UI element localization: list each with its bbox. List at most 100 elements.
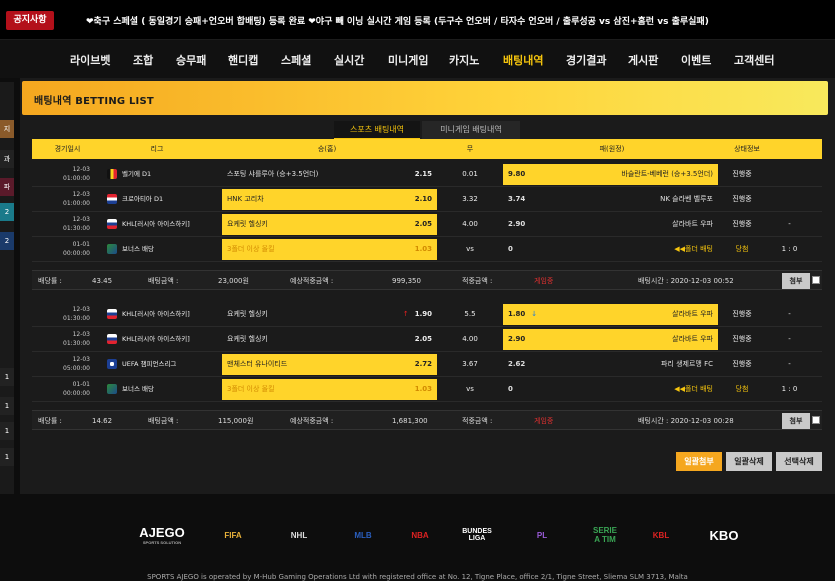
sponsor-name: NBA <box>411 530 429 540</box>
nav-item-2[interactable]: 승무패 <box>176 52 206 68</box>
win-amount: 게임중 <box>534 277 554 285</box>
left-strip-item-6[interactable]: 1 <box>0 397 14 415</box>
game-date: 12-03 <box>72 166 90 173</box>
sponsor-name: BUNDES LIGA <box>462 528 492 542</box>
away-team-name: 살라바트 우파 <box>672 335 713 343</box>
home-team-name: HNK 고리차 <box>227 195 264 203</box>
nav-item-11[interactable]: 이벤트 <box>681 52 711 68</box>
league-name: 크로아티아 D1 <box>122 195 164 203</box>
nav-item-4[interactable]: 스페셜 <box>281 52 311 68</box>
left-strip-item-2[interactable]: 파 <box>0 178 14 196</box>
status-badge: 당첨 <box>735 245 749 253</box>
home-bet-cell[interactable]: 3폴더 이상 올킬 1.03 <box>222 379 437 400</box>
left-strip-item-8[interactable]: 1 <box>0 448 14 466</box>
home-bet-cell[interactable]: 요케릿 헬싱키 2.05 <box>222 214 437 235</box>
game-result: - <box>788 360 791 368</box>
sponsor-logo-2: NHL <box>284 517 314 553</box>
away-bet-cell[interactable]: 0 ◀◀폴더 배팅 <box>503 379 718 400</box>
nav-item-10[interactable]: 게시판 <box>628 52 658 68</box>
away-odds: 0 <box>508 379 513 400</box>
selected-delete-button[interactable]: 선택삭제 <box>776 452 822 471</box>
expected-win: 999,350 <box>392 277 421 285</box>
away-bet-cell[interactable]: 3.74 NK 슬라벤 벨루포 <box>503 189 718 210</box>
nav-item-8[interactable]: 배팅내역 <box>503 52 543 68</box>
away-odds: 2.90 <box>508 214 525 235</box>
status-badge: 당첨 <box>735 385 749 393</box>
bulk-attach-button[interactable]: 일괄첨부 <box>676 452 722 471</box>
away-odds-value: 9.80 <box>508 170 526 178</box>
home-bet-cell[interactable]: 요케릿 헬싱키 2.05 <box>222 329 437 350</box>
home-odds-value: 2.15 <box>414 170 432 178</box>
league-name: KHL[러시아 아이스하키] <box>122 310 190 318</box>
away-bet-cell[interactable]: 2.62 파리 생제르맹 FC <box>503 354 718 375</box>
home-odds-value: 2.72 <box>414 360 432 368</box>
home-bet-cell[interactable]: HNK 고리차 2.10 <box>222 189 437 210</box>
left-strip-item-7[interactable]: 1 <box>0 422 14 440</box>
attach-button[interactable]: 첨부 <box>782 273 810 289</box>
league-name: KHL[러시아 아이스하키] <box>122 335 190 343</box>
sponsor-logo-6: PL <box>525 517 559 553</box>
notice-badge[interactable]: 공지사항 <box>6 11 54 30</box>
odds-up-icon: ↑ <box>402 310 409 318</box>
left-strip-item-0[interactable]: 지 <box>0 120 14 138</box>
main-nav: 라이브벳 조합 승무패 핸디캡 스페셜 실시간 미니게임 카지노 배팅내역 경기결과 게시판 이벤트 고… <box>0 40 835 78</box>
home-bet-cell[interactable]: 요케릿 헬싱키 ↑ 1.90 <box>222 304 437 325</box>
away-bet-cell[interactable]: 0 ◀◀폴더 배팅 <box>503 239 718 260</box>
tab-minigame-bets[interactable]: 미니게임 배팅내역 <box>422 121 520 139</box>
attach-button[interactable]: 첨부 <box>782 413 810 429</box>
home-bet-cell[interactable]: 맨체스터 유나이티드 2.72 <box>222 354 437 375</box>
tab-sports-bets[interactable]: 스포츠 배팅내역 <box>334 121 420 139</box>
draw-odds[interactable]: 0.01 <box>450 162 490 187</box>
draw-odds[interactable]: 3.32 <box>450 187 490 212</box>
draw-odds[interactable]: 4.00 <box>450 212 490 237</box>
col-date: 경기일시 <box>54 145 81 153</box>
league-name: UEFA 챔피언스리그 <box>122 360 177 368</box>
bonus-icon <box>107 384 117 394</box>
draw-odds[interactable]: vs <box>450 237 490 262</box>
nav-item-1[interactable]: 조합 <box>133 52 153 68</box>
expected-win: 1,681,300 <box>392 417 428 425</box>
nav-item-9[interactable]: 경기결과 <box>566 52 606 68</box>
left-strip-item-3[interactable]: 2 <box>0 203 14 221</box>
home-team-name: 스포팅 샤를루아 (승+3.5언더) <box>227 170 319 178</box>
league-name: 벨기에 D1 <box>122 170 152 178</box>
home-odds-value: 2.05 <box>414 335 432 343</box>
bulk-delete-button[interactable]: 일괄삭제 <box>726 452 772 471</box>
away-odds: 1.80 ↓ <box>508 304 537 325</box>
nav-item-6[interactable]: 미니게임 <box>388 52 428 68</box>
sponsor-name: MLB <box>354 530 372 540</box>
game-result: 1 : 0 <box>781 245 798 253</box>
away-bet-cell[interactable]: 9.80 바슬란트-베베런 (승+3.5언더) <box>503 164 718 185</box>
col-home: 승(홈) <box>317 145 337 153</box>
home-bet-cell[interactable]: 3폴더 이상 올킬 1.03 <box>222 239 437 260</box>
home-team-name: 3폴더 이상 올킬 <box>227 245 275 253</box>
nav-item-0[interactable]: 라이브벳 <box>70 52 110 68</box>
home-odds: 1.03 <box>415 239 432 260</box>
draw-odds[interactable]: 5.5 <box>450 302 490 327</box>
page-title: 배팅내역 BETTING LIST <box>34 96 154 107</box>
select-checkbox[interactable] <box>812 276 820 284</box>
away-bet-cell[interactable]: 1.80 ↓ 살라바트 우파 <box>503 304 718 325</box>
col-league: 리그 <box>150 145 164 153</box>
away-odds-value: 2.90 <box>508 220 526 228</box>
select-checkbox[interactable] <box>812 416 820 424</box>
draw-odds[interactable]: 4.00 <box>450 327 490 352</box>
away-odds-value: 0 <box>508 385 513 393</box>
nav-item-12[interactable]: 고객센터 <box>734 52 774 68</box>
away-bet-cell[interactable]: 2.90 살라바트 우파 <box>503 214 718 235</box>
game-datetime: 01-01 00:00:00 <box>50 380 90 405</box>
nav-item-5[interactable]: 실시간 <box>334 52 364 68</box>
draw-odds[interactable]: 3.67 <box>450 352 490 377</box>
bet-amount-label: 배팅금액 : <box>148 277 179 285</box>
nav-item-3[interactable]: 핸디캡 <box>228 52 258 68</box>
away-bet-cell[interactable]: 2.90 살라바트 우파 <box>503 329 718 350</box>
draw-odds[interactable]: vs <box>450 377 490 402</box>
game-result <box>777 187 802 212</box>
left-strip-item-5[interactable]: 1 <box>0 368 14 386</box>
status-badge: 진행중 <box>732 360 752 368</box>
left-strip-item-4[interactable]: 2 <box>0 232 14 250</box>
home-bet-cell[interactable]: 스포팅 샤를루아 (승+3.5언더) 2.15 <box>222 164 437 185</box>
home-odds: 2.05 <box>415 214 432 235</box>
left-strip-item-1[interactable]: 과 <box>0 150 14 168</box>
nav-item-7[interactable]: 카지노 <box>449 52 479 68</box>
